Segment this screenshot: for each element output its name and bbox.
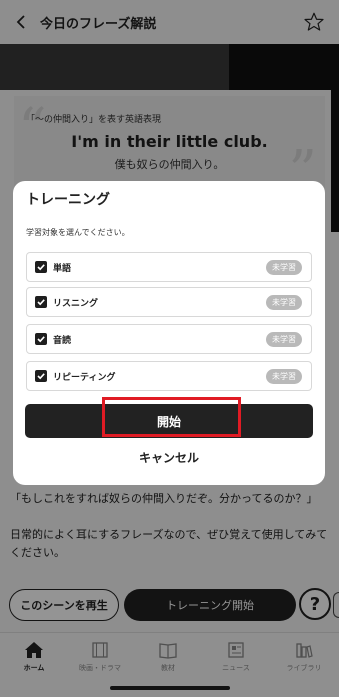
option-reading-aloud[interactable]: 音読 未学習 bbox=[26, 324, 312, 354]
option-label: リピーティング bbox=[53, 373, 116, 383]
option-vocabulary[interactable]: 単語 未学習 bbox=[26, 252, 312, 282]
checkbox-checked-icon[interactable] bbox=[35, 333, 47, 345]
dialog-title: トレーニング bbox=[26, 192, 110, 208]
cancel-button[interactable]: キャンセル bbox=[13, 449, 325, 466]
checkbox-checked-icon[interactable] bbox=[35, 296, 47, 308]
status-badge: 未学習 bbox=[266, 260, 302, 275]
status-badge: 未学習 bbox=[266, 332, 302, 347]
option-label: 単語 bbox=[53, 264, 72, 274]
option-listening[interactable]: リスニング 未学習 bbox=[26, 287, 312, 317]
checkbox-checked-icon[interactable] bbox=[35, 261, 47, 273]
option-label: リスニング bbox=[53, 299, 99, 309]
training-dialog: トレーニング 学習対象を選んでください。 単語 未学習 リスニング 未学習 音読… bbox=[13, 181, 325, 485]
highlight-annotation bbox=[102, 397, 241, 437]
checkbox-checked-icon[interactable] bbox=[35, 370, 47, 382]
status-badge: 未学習 bbox=[266, 369, 302, 384]
dialog-subtitle: 学習対象を選んでください。 bbox=[26, 228, 130, 237]
status-badge: 未学習 bbox=[266, 295, 302, 310]
option-repeating[interactable]: リピーティング 未学習 bbox=[26, 361, 312, 391]
option-label: 音読 bbox=[53, 336, 72, 346]
